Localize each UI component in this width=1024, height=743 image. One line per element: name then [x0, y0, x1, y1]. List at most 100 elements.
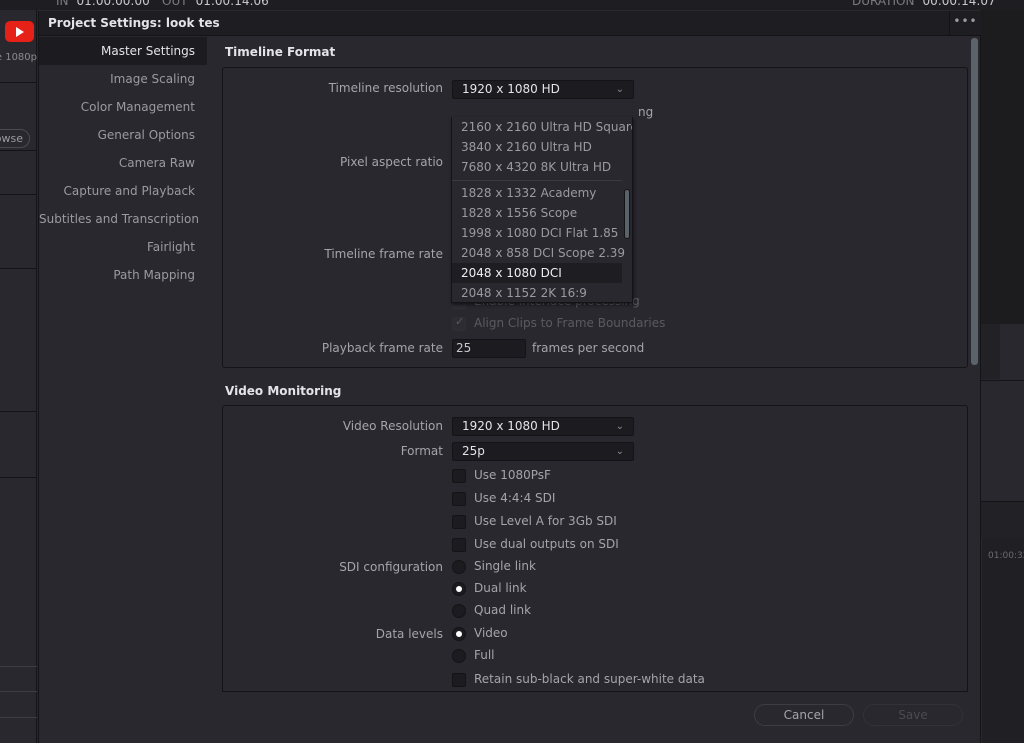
nav-item-capture-playback[interactable]: Capture and Playback: [39, 177, 207, 205]
use-dual-outputs-label: Use dual outputs on SDI: [474, 537, 619, 551]
divider: [0, 477, 37, 478]
youtube-icon[interactable]: [5, 21, 34, 42]
sdi-dual-link-label: Dual link: [474, 581, 527, 595]
background-header: IN 01:00:00:00 OUT 01:00:14:06 DURATION 00:…: [0, 0, 1024, 10]
timeline-frame-rate-label: Timeline frame rate: [324, 247, 443, 261]
ruler-timecode: 01:00:32: [988, 551, 1024, 561]
use-level-a-checkbox[interactable]: [452, 515, 466, 529]
timeline-resolution-value: 1920 x 1080 HD: [462, 82, 560, 96]
check-icon: ✓: [455, 315, 465, 328]
data-levels-label: Data levels: [375, 627, 443, 641]
dropdown-option[interactable]: 1828 x 1332 Academy: [452, 183, 622, 203]
dropdown-option[interactable]: 3840 x 2160 Ultra HD: [452, 137, 622, 157]
video-resolution-label: Video Resolution: [342, 419, 443, 433]
dropdown-option[interactable]: 1998 x 1080 DCI Flat 1.85: [452, 223, 622, 243]
pixel-aspect-ratio-label: Pixel aspect ratio: [340, 155, 443, 169]
background-left-panel: YouTube 1080p Browse: [0, 10, 37, 743]
data-levels-video-label: Video: [474, 626, 508, 640]
more-options-button[interactable]: •••: [949, 11, 981, 36]
obscured-option-text: ng: [638, 105, 654, 119]
timeline-resolution-label: Timeline resolution: [328, 81, 443, 95]
divider: [0, 666, 37, 667]
divider: [0, 82, 37, 83]
timeline-ruler: [982, 538, 1024, 743]
dropdown-option[interactable]: 1828 x 1556 Scope: [452, 203, 622, 223]
data-levels-video-radio[interactable]: [452, 627, 466, 641]
nav-item-path-mapping[interactable]: Path Mapping: [39, 261, 207, 289]
divider: [0, 691, 37, 692]
dropdown-option-highlighted[interactable]: 2048 x 1080 DCI: [452, 263, 622, 283]
align-clips-label: Align Clips to Frame Boundaries: [474, 316, 666, 330]
dropdown-option[interactable]: 2048 x 858 DCI Scope 2.39: [452, 243, 625, 263]
panel-clip-edge: [222, 691, 968, 692]
retain-data-checkbox[interactable]: [452, 673, 466, 687]
use-1080psf-label: Use 1080PsF: [474, 468, 551, 482]
viewer-area: [980, 10, 1024, 324]
chevron-down-icon: ⌄: [615, 446, 624, 457]
divider: [0, 717, 37, 718]
dropdown-option[interactable]: 2048 x 1152 2K 16:9: [452, 283, 622, 302]
nav-item-subtitles[interactable]: Subtitles and Transcription: [39, 205, 207, 233]
format-select[interactable]: 25p ⌄: [452, 442, 634, 461]
video-resolution-select[interactable]: 1920 x 1080 HD ⌄: [452, 417, 634, 436]
use-444-sdi-label: Use 4:4:4 SDI: [474, 491, 556, 505]
dropdown-option[interactable]: 7680 x 4320 8K Ultra HD: [452, 157, 622, 177]
dialog-scrollbar[interactable]: [971, 38, 978, 365]
dialog-right-border: [980, 36, 981, 743]
format-value: 25p: [462, 444, 485, 458]
divider: [0, 194, 37, 195]
data-levels-full-label: Full: [474, 648, 495, 662]
align-clips-checkbox[interactable]: ✓: [452, 315, 466, 331]
use-1080psf-checkbox[interactable]: [452, 469, 466, 483]
divider: [980, 380, 1024, 381]
timeline-resolution-dropdown[interactable]: 2160 x 2160 Ultra HD Square 3840 x 2160 …: [451, 117, 633, 303]
panel-block: [980, 324, 1000, 379]
use-dual-outputs-checkbox[interactable]: [452, 538, 466, 552]
data-levels-full-radio[interactable]: [452, 649, 466, 663]
chevron-down-icon: ⌄: [615, 421, 624, 432]
duration-timecode: DURATION 00:00:14:07: [852, 0, 996, 8]
dialog-title: Project Settings: look tes: [48, 16, 220, 30]
format-label: Format: [400, 444, 443, 458]
dropdown-separator: [452, 177, 622, 183]
timeline-header: [980, 502, 1024, 538]
youtube-preset-label: YouTube 1080p: [0, 52, 37, 63]
out-timecode: OUT 01:00:14:06: [162, 0, 269, 8]
dialog-titlebar: Project Settings: look tes •••: [39, 11, 981, 36]
video-monitoring-heading: Video Monitoring: [225, 384, 342, 398]
playback-frame-rate-label: Playback frame rate: [321, 341, 443, 355]
settings-nav: Master Settings Image Scaling Color Mana…: [39, 37, 207, 289]
dropdown-scrollbar[interactable]: [624, 189, 630, 239]
divider: [0, 150, 37, 151]
chevron-down-icon: ⌄: [615, 84, 624, 95]
nav-item-master-settings[interactable]: Master Settings: [39, 37, 207, 65]
sdi-single-link-radio[interactable]: [452, 560, 466, 574]
sdi-single-link-label: Single link: [474, 559, 536, 573]
sdi-dual-link-radio[interactable]: [452, 582, 466, 596]
timeline-format-heading: Timeline Format: [225, 45, 336, 59]
use-level-a-label: Use Level A for 3Gb SDI: [474, 514, 617, 528]
cancel-button[interactable]: Cancel: [754, 704, 854, 726]
in-timecode: IN 01:00:00:00: [56, 0, 150, 8]
playback-frame-rate-unit: frames per second: [532, 341, 645, 355]
divider: [0, 411, 37, 412]
divider: [0, 268, 37, 269]
retain-data-label: Retain sub-black and super-white data: [474, 672, 705, 686]
browse-button[interactable]: Browse: [0, 129, 30, 148]
sdi-quad-link-radio[interactable]: [452, 604, 466, 618]
save-button[interactable]: Save: [863, 704, 963, 726]
nav-item-fairlight[interactable]: Fairlight: [39, 233, 207, 261]
background-right-panel: [980, 10, 1024, 743]
use-444-sdi-checkbox[interactable]: [452, 492, 466, 506]
project-settings-dialog: Project Settings: look tes ••• Master Se…: [38, 11, 981, 743]
nav-item-image-scaling[interactable]: Image Scaling: [39, 65, 207, 93]
nav-item-camera-raw[interactable]: Camera Raw: [39, 149, 207, 177]
timeline-resolution-select[interactable]: 1920 x 1080 HD ⌄: [452, 80, 634, 99]
dropdown-option[interactable]: 2160 x 2160 Ultra HD Square: [452, 117, 632, 137]
nav-item-general-options[interactable]: General Options: [39, 121, 207, 149]
sdi-quad-link-label: Quad link: [474, 603, 532, 617]
sdi-configuration-label: SDI configuration: [339, 560, 443, 574]
video-monitoring-panel: Video Resolution 1920 x 1080 HD ⌄ Format…: [222, 405, 968, 691]
nav-item-color-management[interactable]: Color Management: [39, 93, 207, 121]
playback-frame-rate-input[interactable]: 25: [452, 339, 526, 358]
